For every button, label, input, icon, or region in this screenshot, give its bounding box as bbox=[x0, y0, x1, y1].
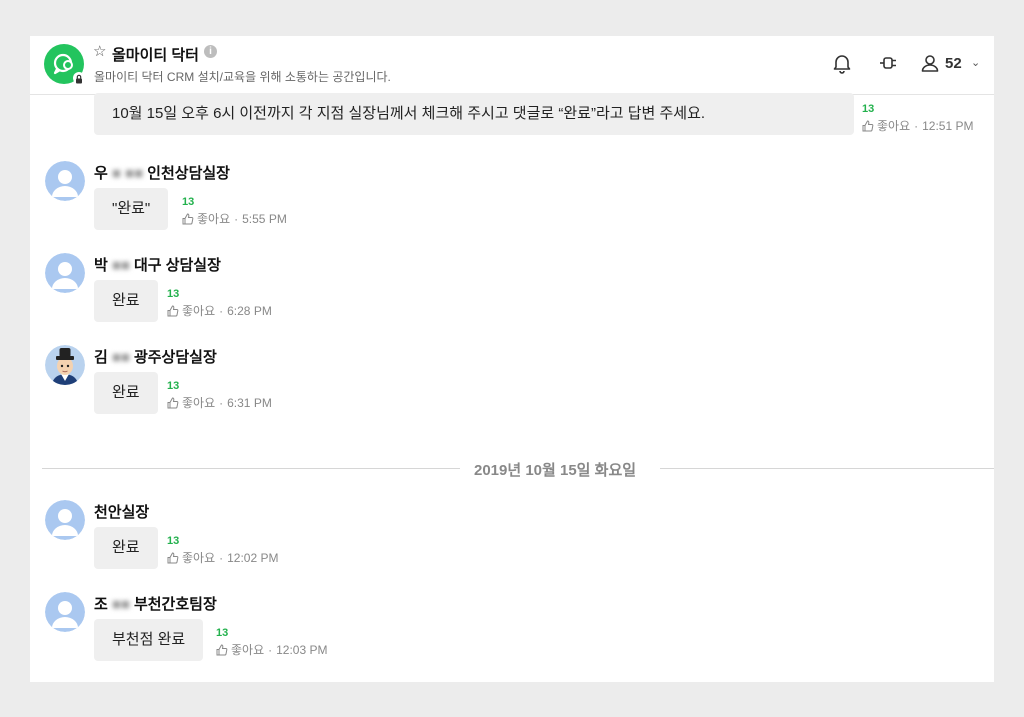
thumbs-up-icon[interactable] bbox=[216, 644, 228, 656]
message-bubble: 완료 bbox=[94, 372, 158, 414]
message-time: 6:28 PM bbox=[227, 304, 272, 318]
divider-line bbox=[42, 468, 460, 469]
person-icon[interactable] bbox=[919, 52, 941, 74]
thumbs-up-icon[interactable] bbox=[167, 305, 179, 317]
message-bubble: "완료" bbox=[94, 188, 169, 230]
sender-name[interactable]: 박 ■■ 대구 상담실장 bbox=[94, 254, 221, 275]
message-meta: 13 좋아요 · 6:31 PM bbox=[167, 380, 272, 411]
sender-name[interactable]: 천안실장 bbox=[94, 501, 149, 522]
thumbs-up-icon[interactable] bbox=[182, 213, 194, 225]
sender-name[interactable]: 조 ■■ 부천간호팀장 bbox=[94, 593, 217, 614]
info-icon[interactable]: i bbox=[204, 45, 217, 58]
like-button[interactable]: 좋아요 bbox=[182, 551, 215, 565]
message-meta: 13 좋아요 · 12:03 PM bbox=[216, 627, 328, 658]
chat-window: ☆ 올마이티 닥터 i 올마이티 닥터 CRM 설치/교육을 위해 소통하는 공… bbox=[30, 36, 994, 682]
separator-dot: · bbox=[219, 551, 224, 565]
avatar[interactable] bbox=[45, 592, 85, 632]
separator-dot: · bbox=[268, 643, 273, 657]
date-label: 2019년 10월 15일 화요일 bbox=[474, 462, 637, 479]
message-time: 12:51 PM bbox=[922, 119, 974, 133]
divider-line bbox=[660, 468, 994, 469]
message-bubble: 완료 bbox=[94, 280, 158, 322]
avatar[interactable] bbox=[45, 161, 85, 201]
plug-icon[interactable] bbox=[877, 52, 899, 74]
message-time: 5:55 PM bbox=[242, 212, 287, 226]
sender-name[interactable]: 김 ■■ 광주상담실장 bbox=[94, 346, 217, 367]
sender-name-prefix: 박 bbox=[94, 257, 108, 274]
like-count: 13 bbox=[182, 196, 195, 208]
like-count: 13 bbox=[167, 535, 180, 547]
like-button[interactable]: 좋아요 bbox=[182, 396, 215, 410]
message-time: 6:31 PM bbox=[227, 396, 272, 410]
like-button[interactable]: 좋아요 bbox=[877, 119, 910, 133]
lock-icon bbox=[73, 72, 85, 84]
message-bubble: 10월 15일 오후 6시 이전까지 각 지점 실장님께서 체크해 주시고 댓글… bbox=[94, 93, 854, 135]
blurred-name: ■■ bbox=[111, 349, 130, 366]
message-meta: 13 좋아요 · 12:02 PM bbox=[167, 535, 279, 566]
thumbs-up-icon[interactable] bbox=[862, 120, 874, 132]
message-bubble: 부천점 완료 bbox=[94, 619, 204, 661]
message-bubble: 완료 bbox=[94, 527, 158, 569]
member-count[interactable]: 52 bbox=[945, 55, 962, 72]
sender-name-suffix: 부천간호팀장 bbox=[133, 596, 217, 613]
thumbs-up-icon[interactable] bbox=[167, 397, 179, 409]
channel-title: 올마이티 닥터 bbox=[112, 47, 199, 64]
like-count: 13 bbox=[862, 103, 875, 115]
date-divider: 2019년 10월 15일 화요일 bbox=[42, 457, 994, 481]
blurred-name: ■ ■■ bbox=[111, 165, 144, 182]
sender-name-suffix: 인천상담실장 bbox=[147, 165, 230, 182]
separator-dot: · bbox=[219, 304, 224, 318]
separator-dot: · bbox=[219, 396, 224, 410]
like-count: 13 bbox=[167, 380, 180, 392]
separator-dot: · bbox=[914, 119, 919, 133]
like-count: 13 bbox=[216, 627, 229, 639]
sender-name-prefix: 우 bbox=[94, 165, 108, 182]
sender-name-prefix: 조 bbox=[94, 596, 108, 613]
avatar[interactable] bbox=[45, 500, 85, 540]
like-button[interactable]: 좋아요 bbox=[197, 212, 230, 226]
blurred-name: ■■ bbox=[111, 596, 130, 613]
star-icon[interactable]: ☆ bbox=[93, 44, 106, 60]
like-count: 13 bbox=[167, 288, 180, 300]
sender-name-suffix: 광주상담실장 bbox=[133, 349, 217, 366]
like-button[interactable]: 좋아요 bbox=[231, 643, 264, 657]
message-meta: 13 좋아요 · 6:28 PM bbox=[167, 288, 272, 319]
channel-header: ☆ 올마이티 닥터 i 올마이티 닥터 CRM 설치/교육을 위해 소통하는 공… bbox=[30, 36, 994, 95]
sender-name-suffix: 천안실장 bbox=[94, 504, 150, 521]
like-button[interactable]: 좋아요 bbox=[182, 304, 215, 318]
sender-name[interactable]: 우 ■ ■■ 인천상담실장 bbox=[94, 162, 230, 183]
bell-icon[interactable] bbox=[831, 52, 853, 74]
sender-name-prefix: 김 bbox=[94, 349, 108, 366]
message-meta: 13 좋아요 · 12:51 PM bbox=[862, 103, 974, 134]
thumbs-up-icon[interactable] bbox=[167, 552, 179, 564]
sender-name-suffix: 대구 상담실장 bbox=[133, 257, 221, 274]
separator-dot: · bbox=[234, 212, 239, 226]
chevron-down-icon[interactable]: ⌄ bbox=[971, 56, 980, 69]
avatar[interactable] bbox=[45, 345, 85, 385]
message-time: 12:03 PM bbox=[276, 643, 328, 657]
message-list: 10월 15일 오후 6시 이전까지 각 지점 실장님께서 체크해 주시고 댓글… bbox=[30, 93, 994, 682]
channel-description: 올마이티 닥터 CRM 설치/교육을 위해 소통하는 공간입니다. bbox=[94, 70, 391, 84]
avatar[interactable] bbox=[45, 253, 85, 293]
message-meta: 13 좋아요 · 5:55 PM bbox=[182, 196, 287, 227]
message-time: 12:02 PM bbox=[227, 551, 279, 565]
blurred-name: ■■ bbox=[111, 257, 130, 274]
